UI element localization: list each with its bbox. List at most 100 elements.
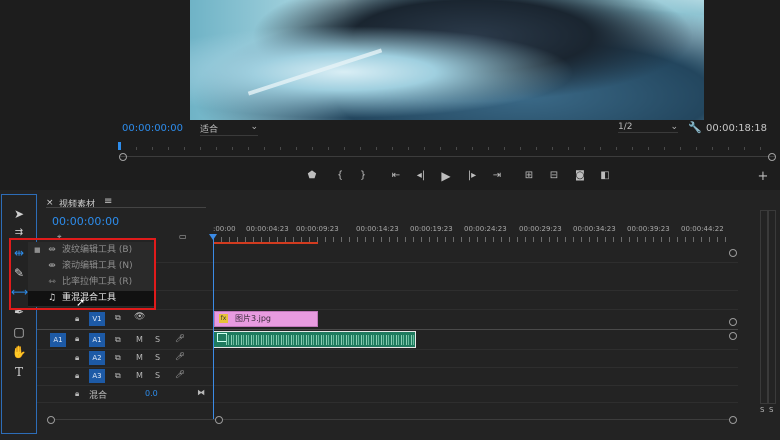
audio-waveform — [226, 335, 414, 345]
timeline-timecode[interactable]: 00:00:00:00 — [52, 215, 119, 228]
lock-icon[interactable]: 🔒︎ — [75, 371, 79, 381]
audio-meter-panel: S S — [757, 210, 777, 414]
rectangle-tool-icon[interactable]: ▢ — [11, 325, 27, 339]
ruler-label: 00:00:39:23 — [627, 225, 670, 233]
ruler-label: :00:00 — [213, 225, 236, 233]
ruler-label: 00:00:44:22 — [681, 225, 724, 233]
microphone-icon[interactable]: 🎤︎ — [175, 352, 185, 361]
source-patch-a1[interactable]: A1 — [50, 333, 66, 347]
scrub-bar-ticks — [120, 147, 775, 150]
playhead-timecode[interactable]: 00:00:00:00 — [122, 123, 183, 134]
monitor-playhead[interactable] — [118, 142, 121, 150]
sync-lock-icon[interactable]: ⧉ — [115, 335, 121, 345]
zoom-scroll-bar[interactable] — [120, 156, 775, 157]
audio-meter-left — [760, 210, 768, 404]
eye-icon[interactable]: 👁︎ — [134, 312, 145, 322]
sequence-tab[interactable]: 视频素材 — [59, 197, 95, 210]
tools-panel: ➤ ⇉ ⇹ ✎ ⟷ ✒ ▢ ✋ T — [1, 194, 37, 434]
tab-divider — [46, 207, 206, 208]
microphone-icon[interactable]: 🎤︎ — [175, 370, 185, 379]
lift-button[interactable]: ⊞ — [521, 170, 537, 181]
mute-button[interactable]: M — [136, 353, 143, 362]
mark-out-button[interactable]: } — [355, 170, 371, 181]
solo-button[interactable]: S — [155, 353, 160, 362]
mark-in-button[interactable]: { — [332, 170, 348, 181]
vertical-zoom-handle-bottom[interactable] — [729, 318, 737, 326]
program-video-frame — [190, 0, 704, 120]
go-to-out-button[interactable]: ⇥ — [489, 170, 505, 181]
compare-view-button[interactable]: ◧ — [597, 170, 613, 181]
go-to-in-button[interactable]: ⇤ — [388, 170, 404, 181]
track-divider — [36, 385, 738, 386]
extract-button[interactable]: ⊟ — [546, 170, 562, 181]
chevron-down-icon: ⌄ — [670, 122, 678, 132]
track-divider — [36, 349, 738, 350]
h-scroll-handle-left[interactable] — [47, 416, 55, 424]
duration-timecode: 00:00:18:18 — [706, 123, 768, 134]
vertical-zoom-handle-top[interactable] — [729, 249, 737, 257]
track-target-a2[interactable]: A2 — [89, 351, 105, 365]
audio-meter-right — [768, 210, 776, 404]
zoom-select[interactable]: 适合 ⌄ — [200, 122, 258, 136]
camera-icon[interactable]: ◙ — [572, 170, 588, 181]
solo-left-button[interactable]: S — [760, 406, 764, 414]
mix-volume-value[interactable]: 0.0 — [145, 389, 158, 398]
captions-icon[interactable]: ▭ — [179, 232, 187, 241]
panel-menu-icon[interactable]: ≡ — [104, 196, 112, 207]
track-divider — [36, 367, 738, 368]
sync-lock-icon[interactable]: ⧉ — [115, 371, 121, 381]
h-scroll-handle-right[interactable] — [215, 416, 223, 424]
lock-icon[interactable]: 🔒︎ — [75, 334, 79, 344]
sync-lock-icon[interactable]: ⧉ — [115, 353, 121, 363]
sync-lock-icon[interactable]: ⧉ — [115, 313, 121, 323]
lock-icon[interactable]: 🔒︎ — [75, 314, 79, 324]
ruler-label: 00:00:19:23 — [410, 225, 453, 233]
go-to-end-icon[interactable]: ⧓ — [197, 388, 205, 397]
ruler-label: 00:00:34:23 — [573, 225, 616, 233]
fx-badge: fx — [219, 314, 228, 323]
highlight-box — [9, 238, 156, 310]
wrench-icon[interactable]: 🔧 — [688, 121, 702, 134]
lock-icon[interactable]: 🔒︎ — [75, 389, 79, 399]
play-button[interactable]: ▶ — [438, 169, 454, 183]
add-marker-button[interactable]: ⬟ — [304, 170, 320, 181]
solo-button[interactable]: S — [155, 335, 160, 344]
video-clip[interactable]: fx 图片3.jpg — [214, 311, 318, 327]
solo-right-button[interactable]: S — [769, 406, 773, 414]
ruler-label: 00:00:24:23 — [464, 225, 507, 233]
track-target-a1[interactable]: A1 — [89, 333, 105, 347]
ruler-label: 00:00:04:23 — [246, 225, 289, 233]
ruler-label: 00:00:29:23 — [519, 225, 562, 233]
ruler-label: 00:00:09:23 — [296, 225, 339, 233]
chevron-down-icon: ⌄ — [250, 122, 258, 132]
solo-button[interactable]: S — [155, 371, 160, 380]
mix-track-label: 混合 — [89, 391, 108, 401]
zoom-select-value: 适合 — [200, 125, 219, 135]
step-forward-button[interactable]: |▸ — [464, 170, 480, 181]
audio-zoom-handle-bottom[interactable] — [729, 416, 737, 424]
resolution-select[interactable]: 1/2 ⌄ — [618, 122, 678, 133]
audio-clip[interactable] — [213, 331, 416, 348]
resolution-select-value: 1/2 — [618, 122, 633, 132]
track-divider — [36, 402, 738, 403]
step-back-button[interactable]: ◂| — [413, 170, 429, 181]
track-target-a3[interactable]: A3 — [89, 369, 105, 383]
video-clip-name: 图片3.jpg — [235, 314, 272, 323]
hand-tool-icon[interactable]: ✋ — [11, 345, 27, 359]
microphone-icon[interactable]: 🎤︎ — [175, 334, 185, 343]
audio-zoom-handle-top[interactable] — [729, 332, 737, 340]
timeline-playhead[interactable] — [213, 234, 214, 419]
mute-button[interactable]: M — [136, 371, 143, 380]
track-target-v1[interactable]: V1 — [89, 312, 105, 326]
zoom-handle-right[interactable] — [768, 153, 776, 161]
render-bar — [214, 242, 318, 244]
type-tool-icon[interactable]: T — [11, 365, 27, 379]
ruler-label: 00:00:14:23 — [356, 225, 399, 233]
zoom-handle-left[interactable] — [119, 153, 127, 161]
lock-icon[interactable]: 🔒︎ — [75, 353, 79, 363]
add-button[interactable]: + — [755, 169, 771, 184]
video-audio-divider — [36, 329, 738, 330]
mute-button[interactable]: M — [136, 335, 143, 344]
selection-tool-icon[interactable]: ➤ — [11, 207, 27, 221]
timeline-horizontal-scroll[interactable] — [50, 419, 735, 420]
